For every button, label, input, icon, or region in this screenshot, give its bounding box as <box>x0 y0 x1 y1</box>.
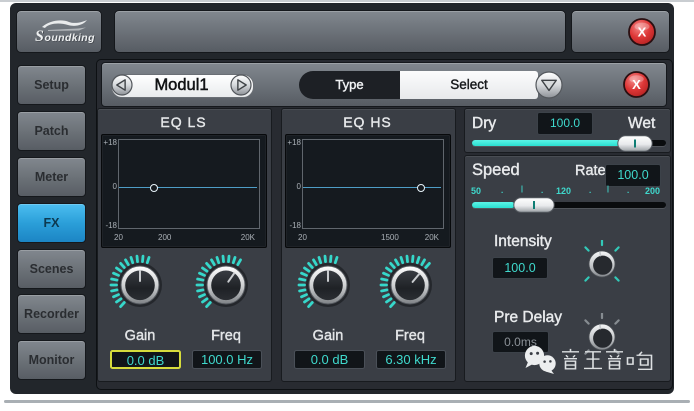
svg-text:X: X <box>638 24 647 39</box>
svg-text:oundking: oundking <box>45 32 96 44</box>
svg-text:X: X <box>632 77 641 92</box>
svg-text:S: S <box>35 28 44 45</box>
